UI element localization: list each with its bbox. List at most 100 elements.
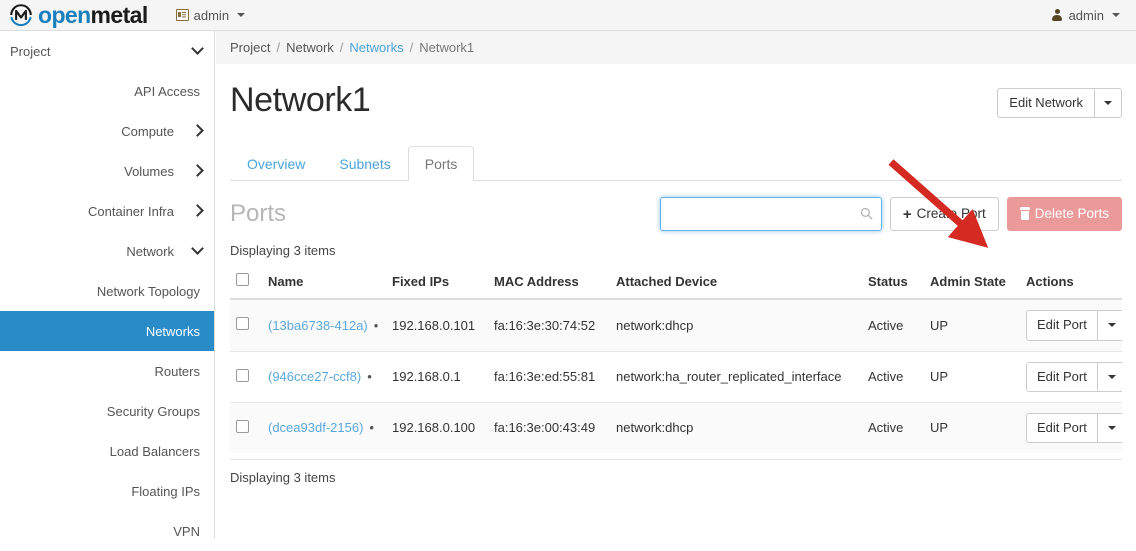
project-menu[interactable]: admin [166,0,255,31]
column-header-mac-address[interactable]: MAC Address [488,264,610,299]
cell-fixed-ip: 192.168.0.1 [386,351,488,402]
column-header-status[interactable]: Status [862,264,924,299]
sidebar-item-volumes[interactable]: Volumes [0,151,214,191]
select-all-checkbox[interactable] [236,273,249,286]
detail-tabs: Overview Subnets Ports [230,145,1122,181]
cell-name: (946cce27-ccf8) • [262,351,386,402]
sidebar-item-label: VPN [173,524,200,539]
table-row: (dcea93df-2156)• 192.168.0.100 fa:16:3e:… [230,402,1122,453]
sidebar-item-label: Network [126,244,174,259]
port-link[interactable]: (dcea93df-2156) [268,420,363,435]
displaying-count-bottom: Displaying 3 items [230,459,1122,485]
cell-admin-state: UP [924,402,1020,453]
chevron-right-icon [191,164,204,177]
edit-port-button[interactable]: Edit Port [1026,362,1098,392]
column-header-name[interactable]: Name [262,264,386,299]
ports-heading: Ports [230,202,286,226]
sidebar-item-label: Container Infra [88,204,174,219]
caret-down-icon [1104,101,1112,105]
row-select-cell [230,402,262,453]
user-menu[interactable]: admin [1041,0,1130,31]
cell-fixed-ip: 192.168.0.101 [386,299,488,351]
sidebar-item-label: Compute [121,124,174,139]
column-header-actions: Actions [1020,264,1122,299]
edit-network-button[interactable]: Edit Network [997,88,1095,118]
sidebar-item-container-infra[interactable]: Container Infra [0,191,214,231]
cell-mac: fa:16:3e:30:74:52 [488,299,610,351]
breadcrumb: Project / Network / Networks / Network1 [216,31,1136,64]
column-header-fixed-ips[interactable]: Fixed IPs [386,264,488,299]
sidebar-item-routers[interactable]: Routers [0,351,214,391]
cell-name: (dcea93df-2156) • [262,402,386,453]
tab-ports[interactable]: Ports [408,146,475,181]
page-title: Network1 [230,82,370,119]
brand-metal-text: metal [91,2,148,28]
status-bullet-icon: • [369,420,374,435]
breadcrumb-separator: / [276,40,280,55]
sidebar-item-vpn[interactable]: VPN [0,511,214,551]
cell-actions: Edit Port [1020,402,1122,453]
caret-down-icon [1112,13,1120,17]
sidebar-nav: Project API Access Compute Volumes Conta… [0,31,215,538]
sidebar-item-project[interactable]: Project [0,31,214,71]
sidebar-item-label: Project [10,44,50,59]
select-all-header [230,264,262,299]
search-input[interactable] [660,197,882,231]
breadcrumb-item-project[interactable]: Project [230,40,270,55]
row-checkbox[interactable] [236,369,249,382]
cell-attached-device: network:dhcp [610,299,862,351]
chevron-right-icon [191,204,204,217]
delete-ports-button[interactable]: Delete Ports [1007,197,1122,231]
row-select-cell [230,351,262,402]
breadcrumb-item-networks[interactable]: Networks [349,40,403,55]
brand-text: openmetal [38,4,148,27]
brand-logo[interactable]: openmetal [0,2,148,28]
user-icon [1051,9,1064,21]
status-bullet-icon: • [367,369,372,384]
column-header-attached-device[interactable]: Attached Device [610,264,862,299]
project-menu-label: admin [194,8,229,23]
breadcrumb-separator: / [410,40,414,55]
row-checkbox[interactable] [236,317,249,330]
table-row: (946cce27-ccf8)• 192.168.0.1 fa:16:3e:ed… [230,351,1122,402]
sidebar-item-label: Networks [146,324,200,339]
sidebar-item-security-groups[interactable]: Security Groups [0,391,214,431]
create-port-button[interactable]: + Create Port [890,197,999,231]
page-actions: Edit Network [997,82,1122,118]
cell-status: Active [862,299,924,351]
sidebar-item-compute[interactable]: Compute [0,111,214,151]
project-list-icon [176,9,189,21]
sidebar-item-label: Load Balancers [110,444,200,459]
sidebar-item-networks[interactable]: Networks [0,311,214,351]
tab-overview[interactable]: Overview [230,146,322,181]
table-row: (13ba6738-412a)• 192.168.0.101 fa:16:3e:… [230,299,1122,351]
column-header-admin-state[interactable]: Admin State [924,264,1020,299]
caret-down-icon [1108,323,1116,327]
cell-attached-device: network:ha_router_replicated_interface [610,351,862,402]
sidebar-item-floating-ips[interactable]: Floating IPs [0,471,214,511]
edit-port-dropdown-toggle[interactable] [1098,362,1122,392]
port-link[interactable]: (946cce27-ccf8) [268,369,361,384]
edit-network-dropdown-toggle[interactable] [1095,88,1122,118]
ports-table: Name Fixed IPs MAC Address Attached Devi… [230,264,1122,453]
edit-port-dropdown-toggle[interactable] [1098,413,1122,443]
chevron-right-icon [191,124,204,137]
displaying-count-top: Displaying 3 items [230,243,1122,258]
table-header-row: Name Fixed IPs MAC Address Attached Devi… [230,264,1122,299]
cell-admin-state: UP [924,351,1020,402]
row-checkbox[interactable] [236,420,249,433]
breadcrumb-item-network[interactable]: Network [286,40,334,55]
cell-actions: Edit Port [1020,351,1122,402]
sidebar-item-api-access[interactable]: API Access [0,71,214,111]
row-select-cell [230,299,262,351]
edit-port-button[interactable]: Edit Port [1026,310,1098,340]
tab-subnets[interactable]: Subnets [322,146,407,181]
edit-port-button[interactable]: Edit Port [1026,413,1098,443]
port-link[interactable]: (13ba6738-412a) [268,318,368,333]
ports-toolbar: Ports + Create Port Delete Ports [230,193,1122,235]
sidebar-item-network-topology[interactable]: Network Topology [0,271,214,311]
edit-port-dropdown-toggle[interactable] [1098,310,1122,340]
sidebar-item-network[interactable]: Network [0,231,214,271]
chevron-down-icon [191,242,204,255]
sidebar-item-load-balancers[interactable]: Load Balancers [0,431,214,471]
